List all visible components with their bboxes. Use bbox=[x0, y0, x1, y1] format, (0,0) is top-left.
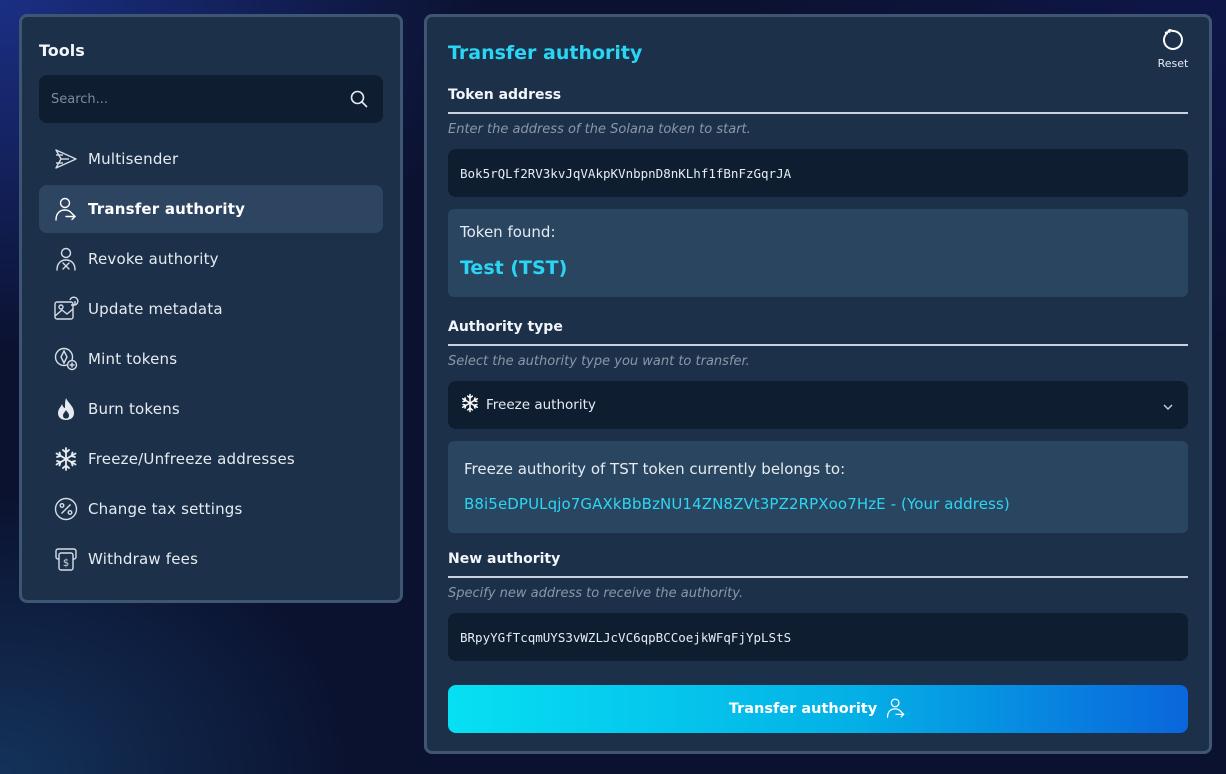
flame-icon bbox=[53, 396, 79, 422]
search-box bbox=[39, 75, 383, 123]
authority-type-select[interactable]: Freeze authority bbox=[448, 381, 1188, 429]
user-arrow-icon bbox=[53, 196, 79, 222]
sidebar-item-mint-tokens[interactable]: Mint tokens bbox=[39, 335, 383, 383]
chevron-down-icon bbox=[1162, 398, 1174, 417]
sidebar-item-label: Update metadata bbox=[88, 300, 223, 318]
send-icon bbox=[53, 146, 79, 172]
dollar-icon: $ bbox=[53, 546, 79, 572]
new-authority-input[interactable] bbox=[448, 613, 1188, 661]
sidebar-item-freeze-unfreeze[interactable]: Freeze/Unfreeze addresses bbox=[39, 435, 383, 483]
sidebar-item-burn-tokens[interactable]: Burn tokens bbox=[39, 385, 383, 433]
section-divider bbox=[448, 576, 1188, 578]
reset-label: Reset bbox=[1157, 57, 1189, 70]
sidebar-item-label: Freeze/Unfreeze addresses bbox=[88, 450, 295, 468]
user-arrow-icon bbox=[885, 697, 907, 722]
user-x-icon bbox=[53, 246, 79, 272]
search-input[interactable] bbox=[39, 75, 339, 123]
tools-sidebar: Tools Multisender Transfer authority bbox=[19, 14, 403, 603]
token-address-input[interactable] bbox=[448, 149, 1188, 197]
token-address-hint: Enter the address of the Solana token to… bbox=[448, 122, 751, 137]
sidebar-item-label: Burn tokens bbox=[88, 400, 180, 418]
token-found-label: Token found: bbox=[460, 223, 556, 241]
current-owner-label: Freeze authority of TST token currently … bbox=[464, 460, 846, 478]
new-authority-field bbox=[448, 613, 1188, 661]
sidebar-item-change-tax-settings[interactable]: Change tax settings bbox=[39, 485, 383, 533]
sidebar-item-label: Mint tokens bbox=[88, 350, 178, 368]
page-title: Transfer authority bbox=[448, 42, 643, 64]
sidebar-item-label: Change tax settings bbox=[88, 500, 243, 518]
snowflake-icon bbox=[53, 446, 79, 472]
sidebar-item-label: Multisender bbox=[88, 150, 179, 168]
section-divider bbox=[448, 344, 1188, 346]
search-icon[interactable] bbox=[349, 89, 369, 109]
snowflake-icon bbox=[460, 393, 480, 417]
reset-icon bbox=[1163, 29, 1183, 50]
sidebar-item-label: Withdraw fees bbox=[88, 550, 199, 568]
token-found-box: Token found: Test (TST) bbox=[448, 209, 1188, 297]
transfer-authority-button[interactable]: Transfer authority bbox=[448, 685, 1188, 733]
token-name: Test (TST) bbox=[460, 257, 568, 279]
reset-button[interactable]: Reset bbox=[1155, 28, 1191, 71]
current-owner-box: Freeze authority of TST token currently … bbox=[448, 441, 1188, 533]
new-authority-label: New authority bbox=[448, 551, 561, 567]
image-edit-icon bbox=[53, 296, 79, 322]
transfer-authority-button-label: Transfer authority bbox=[728, 701, 878, 717]
new-authority-hint: Specify new address to receive the autho… bbox=[448, 586, 744, 601]
authority-type-hint: Select the authority type you want to tr… bbox=[448, 354, 750, 369]
sidebar-item-label: Revoke authority bbox=[88, 250, 219, 268]
svg-text:$: $ bbox=[63, 558, 69, 569]
sidebar-title: Tools bbox=[39, 41, 85, 60]
current-owner-address: B8i5eDPULqjo7GAXkBbBzNU14ZN8ZVt3PZ2RPXoo… bbox=[464, 495, 1010, 513]
token-address-label: Token address bbox=[448, 87, 562, 103]
sidebar-item-multisender[interactable]: Multisender bbox=[39, 135, 383, 183]
sidebar-item-update-metadata[interactable]: Update metadata bbox=[39, 285, 383, 333]
token-address-field bbox=[448, 149, 1188, 197]
sidebar-item-label: Transfer authority bbox=[88, 200, 246, 218]
authority-type-label: Authority type bbox=[448, 319, 563, 335]
sidebar-item-revoke-authority[interactable]: Revoke authority bbox=[39, 235, 383, 283]
section-divider bbox=[448, 112, 1188, 114]
transfer-authority-panel: Transfer authority Reset Token address E… bbox=[424, 14, 1212, 754]
authority-type-value: Freeze authority bbox=[486, 397, 596, 413]
percent-icon bbox=[53, 496, 79, 522]
sidebar-item-transfer-authority[interactable]: Transfer authority bbox=[39, 185, 383, 233]
mint-icon bbox=[53, 346, 79, 372]
tools-nav: Multisender Transfer authority Revoke au… bbox=[39, 135, 383, 585]
sidebar-item-withdraw-fees[interactable]: $ Withdraw fees bbox=[39, 535, 383, 583]
